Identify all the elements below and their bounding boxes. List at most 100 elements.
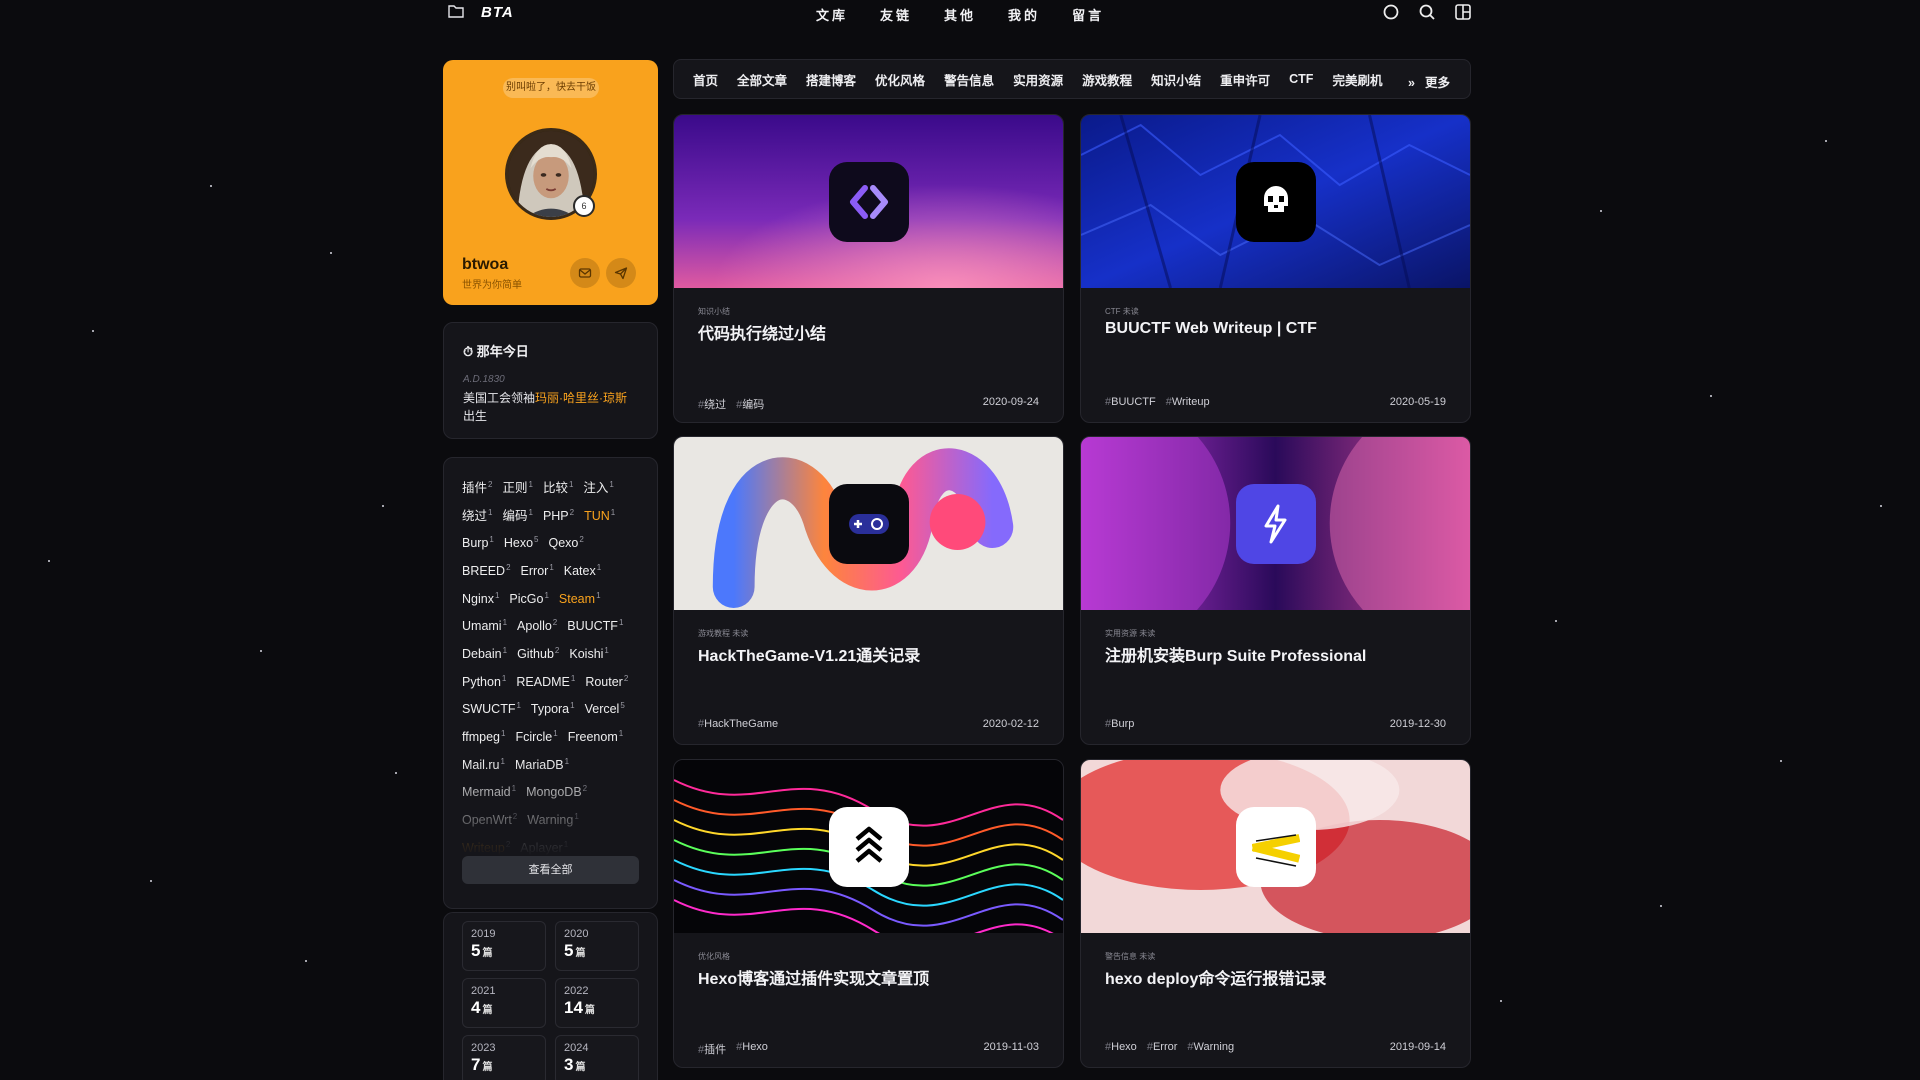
category-home[interactable]: 首页 [693,70,718,89]
tag-item[interactable]: 比较1 [543,476,573,498]
post-card[interactable]: 游戏教程 未读 HackTheGame-V1.21通关记录 HackTheGam… [673,436,1064,745]
tag-item[interactable]: PicGo1 [509,587,549,609]
tag-item[interactable]: Router2 [585,670,628,692]
folder-icon[interactable] [448,4,464,18]
tag-item[interactable]: 正则1 [502,476,532,498]
tag-item[interactable]: BUUCTF1 [567,614,623,636]
category-warnings[interactable]: 警告信息 [944,70,994,89]
tag-item[interactable]: Vercel5 [585,697,625,719]
layout-icon[interactable] [1454,3,1472,21]
tag-item[interactable]: Python1 [462,670,506,692]
tag-item[interactable]: Hexo5 [504,531,539,553]
category-style[interactable]: 优化风格 [875,70,925,89]
category-all-posts[interactable]: 全部文章 [737,70,787,89]
post-tag[interactable]: Hexo [1105,1041,1137,1053]
today-highlight-link[interactable]: 玛丽·哈里丝·琼斯 [535,391,627,405]
category-resources[interactable]: 实用资源 [1013,70,1063,89]
post-title[interactable]: 注册机安装Burp Suite Professional [1105,642,1450,666]
nav-other[interactable]: 其他 [944,5,976,24]
category-more-button[interactable]: » 更多 [1408,72,1450,91]
post-cover [674,437,1063,610]
post-tag[interactable]: 插件 [698,1041,726,1057]
archive-year-2019[interactable]: 2019 5 篇 [462,921,546,971]
post-tag[interactable]: Burp [1105,718,1134,730]
tag-item[interactable]: Warning1 [527,808,579,830]
tag-item[interactable]: README1 [516,670,575,692]
post-tag[interactable]: Warning [1187,1041,1235,1053]
tag-item[interactable]: Mail.ru1 [462,753,505,775]
tag-item[interactable]: TUN1 [584,504,615,526]
post-title[interactable]: BUUCTF Web Writeup | CTF [1105,320,1450,338]
send-icon [614,267,628,280]
post-title[interactable]: 代码执行绕过小结 [698,320,1043,344]
tag-item[interactable]: Github2 [517,642,559,664]
tag-item[interactable]: Katex1 [564,559,601,581]
tag-item[interactable]: OpenWrt2 [462,808,517,830]
telegram-button[interactable] [606,258,636,288]
tag-item[interactable]: Apollo2 [517,614,557,636]
archive-year-2022[interactable]: 2022 14 篇 [555,978,639,1028]
tag-item[interactable]: 绕过1 [462,504,492,526]
tag-item[interactable]: 编码1 [502,504,532,526]
tag-item[interactable]: Steam1 [559,587,601,609]
post-card[interactable]: 知识小结 代码执行绕过小结 绕过编码 2020-09-24 [673,114,1064,423]
tag-item[interactable]: Aplayer1 [520,836,568,856]
category-ctf[interactable]: CTF [1289,72,1313,86]
circle-icon[interactable] [1382,3,1400,21]
archive-year-2021[interactable]: 2021 4 篇 [462,978,546,1028]
tag-item[interactable]: 插件2 [462,476,492,498]
post-title[interactable]: Hexo博客通过插件实现文章置顶 [698,965,1043,989]
tag-item[interactable]: Typora1 [531,697,575,719]
tag-item[interactable]: Burp1 [462,531,494,553]
tag-item[interactable]: Writeup2 [462,836,510,856]
search-icon[interactable] [1418,3,1436,21]
nav-guestbook[interactable]: 留言 [1072,5,1104,24]
tag-item[interactable]: MariaDB1 [515,753,569,775]
post-card[interactable]: 警告信息 未读 hexo deploy命令运行报错记录 Hexo Error War… [1080,759,1471,1068]
tag-item[interactable]: PHP2 [543,504,574,526]
tag-item[interactable]: Fcircle1 [515,725,557,747]
archive-year-2020[interactable]: 2020 5 篇 [555,921,639,971]
nav-friends[interactable]: 友链 [880,5,912,24]
category-license[interactable]: 重申许可 [1220,70,1270,89]
site-logo[interactable]: BTA [481,4,514,21]
tag-item[interactable]: Nginx1 [462,587,499,609]
nav-mine[interactable]: 我的 [1008,5,1040,24]
post-card[interactable]: 优化风格 Hexo博客通过插件实现文章置顶 插件 Hexo 2019-11-03 [673,759,1064,1068]
tag-item[interactable]: Error1 [521,559,554,581]
tag-item[interactable]: Freenom1 [568,725,623,747]
post-tag[interactable]: Error [1147,1041,1177,1053]
tag-count: 5 [534,535,539,545]
post-title[interactable]: HackTheGame-V1.21通关记录 [698,642,1043,666]
nav-library[interactable]: 文库 [816,5,848,24]
archive-year-2024[interactable]: 2024 3 篇 [555,1035,639,1080]
category-flashing[interactable]: 完美刷机 [1332,70,1382,89]
tag-item[interactable]: Mermaid1 [462,780,516,802]
post-tag[interactable]: 绕过 [698,396,726,412]
post-tag[interactable]: Hexo [736,1041,768,1057]
post-tag[interactable]: BUUCTF [1105,396,1156,408]
email-button[interactable] [570,258,600,288]
tag-item[interactable]: SWUCTF1 [462,697,521,719]
tag-item[interactable]: Umami1 [462,614,507,636]
post-tag[interactable]: 编码 [736,396,764,412]
post-cover [674,760,1063,933]
category-build-blog[interactable]: 搭建博客 [806,70,856,89]
tag-item[interactable]: Koishi1 [569,642,609,664]
post-card[interactable]: CTF 未读 BUUCTF Web Writeup | CTF BUUCTF Wr… [1080,114,1471,423]
category-knowledge[interactable]: 知识小结 [1151,70,1201,89]
post-tag[interactable]: HackTheGame [698,718,778,730]
view-all-tags-button[interactable]: 查看全部 [462,856,639,884]
archive-year-2023[interactable]: 2023 7 篇 [462,1035,546,1080]
tag-item[interactable]: MongoDB2 [526,780,587,802]
tag-item[interactable]: 注入1 [583,476,613,498]
category-game-tutorials[interactable]: 游戏教程 [1082,70,1132,89]
post-card[interactable]: 实用资源 未读 注册机安装Burp Suite Professional Bur… [1080,436,1471,745]
tag-count: 2 [506,562,511,572]
tag-item[interactable]: Debain1 [462,642,507,664]
post-tag[interactable]: Writeup [1166,396,1210,408]
tag-item[interactable]: Qexo2 [549,531,584,553]
tag-item[interactable]: ffmpeg1 [462,725,505,747]
post-title[interactable]: hexo deploy命令运行报错记录 [1105,965,1450,989]
tag-item[interactable]: BREED2 [462,559,511,581]
